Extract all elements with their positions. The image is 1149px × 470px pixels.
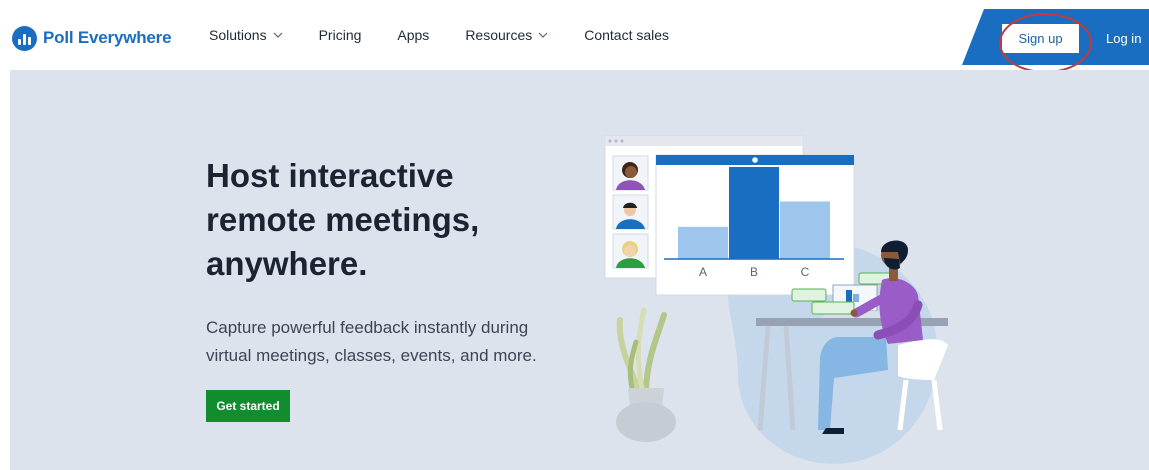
nav-item-resources[interactable]: Resources (465, 27, 548, 43)
nav-item-apps[interactable]: Apps (397, 27, 429, 43)
floating-note-2 (811, 301, 855, 315)
brand-name: Poll Everywhere (43, 28, 172, 47)
poll-bars-icon (12, 25, 37, 51)
nav-item-label: Pricing (318, 27, 362, 43)
plant-illustration (616, 307, 676, 442)
log-in-link[interactable]: Log in (1106, 31, 1141, 46)
poll-bar-a (678, 226, 728, 259)
brand-logo[interactable]: Poll Everywhere (12, 25, 172, 51)
participant-avatar-3 (612, 233, 649, 269)
participant-avatar-2 (612, 194, 649, 230)
primary-nav: Solutions Pricing Apps Resources Contact… (209, 27, 705, 43)
poll-bar-label: C (801, 265, 810, 279)
nav-item-label: Solutions (209, 27, 267, 43)
nav-item-label: Resources (465, 27, 533, 43)
hero-title: Host interactive remote meetings, anywhe… (206, 157, 480, 282)
hero-section: Host interactive remote meetings, anywhe… (10, 70, 1149, 470)
nav-item-contact-sales[interactable]: Contact sales (584, 27, 669, 43)
poll-bar-b (729, 167, 779, 259)
sign-up-button[interactable]: Sign up (1002, 24, 1079, 53)
nav-item-label: Apps (397, 27, 430, 43)
remote-meeting-illustration: A B C (604, 135, 948, 464)
nav-item-solutions[interactable]: Solutions (209, 27, 283, 43)
poll-bar-label: B (750, 265, 758, 279)
chevron-down-icon (273, 32, 283, 38)
get-started-button[interactable]: Get started (206, 390, 290, 422)
participant-avatar-1 (612, 155, 649, 191)
nav-item-label: Contact sales (584, 27, 670, 43)
top-navbar: Poll Everywhere Solutions Pricing Apps R… (0, 0, 1149, 70)
hero-subtitle: Capture powerful feedback instantly duri… (206, 318, 537, 365)
nav-item-pricing[interactable]: Pricing (319, 27, 362, 43)
poll-bar-c (780, 201, 830, 259)
chevron-down-icon (538, 32, 548, 38)
poll-bar-label: A (699, 265, 707, 279)
floating-note-1 (791, 288, 827, 302)
